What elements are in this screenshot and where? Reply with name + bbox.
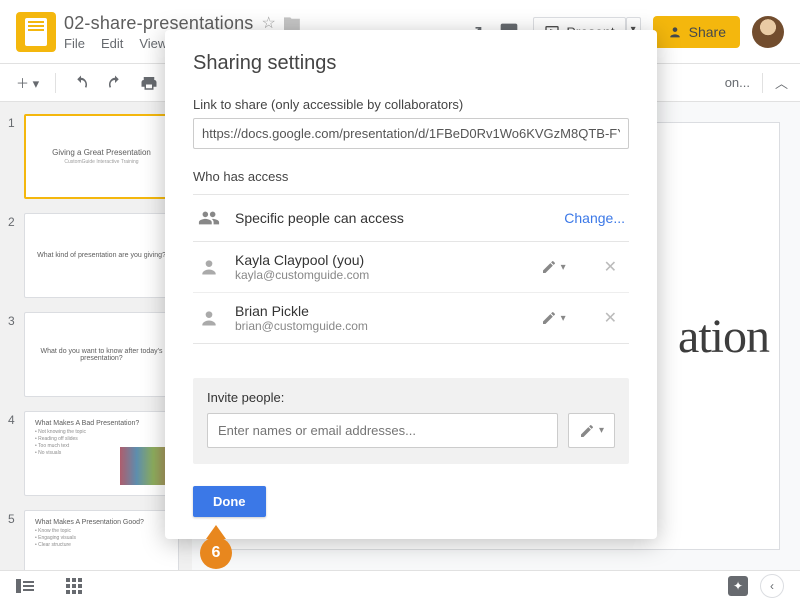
invite-permission-dropdown[interactable]: ▾ xyxy=(568,413,615,448)
person-name: Kayla Claypool (you) xyxy=(235,252,523,268)
person-name: Brian Pickle xyxy=(235,303,523,319)
change-access-link[interactable]: Change... xyxy=(564,210,625,226)
tutorial-callout: 6 xyxy=(200,525,232,567)
person-row: Kayla Claypool (you) kayla@customguide.c… xyxy=(193,242,629,293)
invite-input[interactable] xyxy=(207,413,558,448)
remove-person-button[interactable]: ✕ xyxy=(596,304,625,332)
person-email: brian@customguide.com xyxy=(235,319,523,333)
dialog-title: Sharing settings xyxy=(193,52,629,75)
people-icon xyxy=(197,207,221,229)
done-button[interactable]: Done xyxy=(193,486,266,517)
permission-dropdown[interactable]: ▾ xyxy=(537,306,570,330)
person-row: Brian Pickle brian@customguide.com ▾ ✕ xyxy=(193,293,629,344)
callout-number: 6 xyxy=(200,537,232,569)
person-icon xyxy=(197,255,221,279)
invite-section: Invite people: ▾ xyxy=(193,378,629,464)
sharing-settings-dialog: Sharing settings Link to share (only acc… xyxy=(165,30,657,539)
who-has-access-label: Who has access xyxy=(193,169,629,184)
person-email: kayla@customguide.com xyxy=(235,268,523,282)
person-icon xyxy=(197,306,221,330)
share-link-input[interactable] xyxy=(193,118,629,149)
access-summary-row: Specific people can access Change... xyxy=(193,194,629,242)
invite-label: Invite people: xyxy=(207,390,615,405)
link-share-label: Link to share (only accessible by collab… xyxy=(193,97,629,112)
permission-dropdown[interactable]: ▾ xyxy=(537,255,570,279)
remove-person-button[interactable]: ✕ xyxy=(596,253,625,281)
access-text: Specific people can access xyxy=(235,210,550,226)
